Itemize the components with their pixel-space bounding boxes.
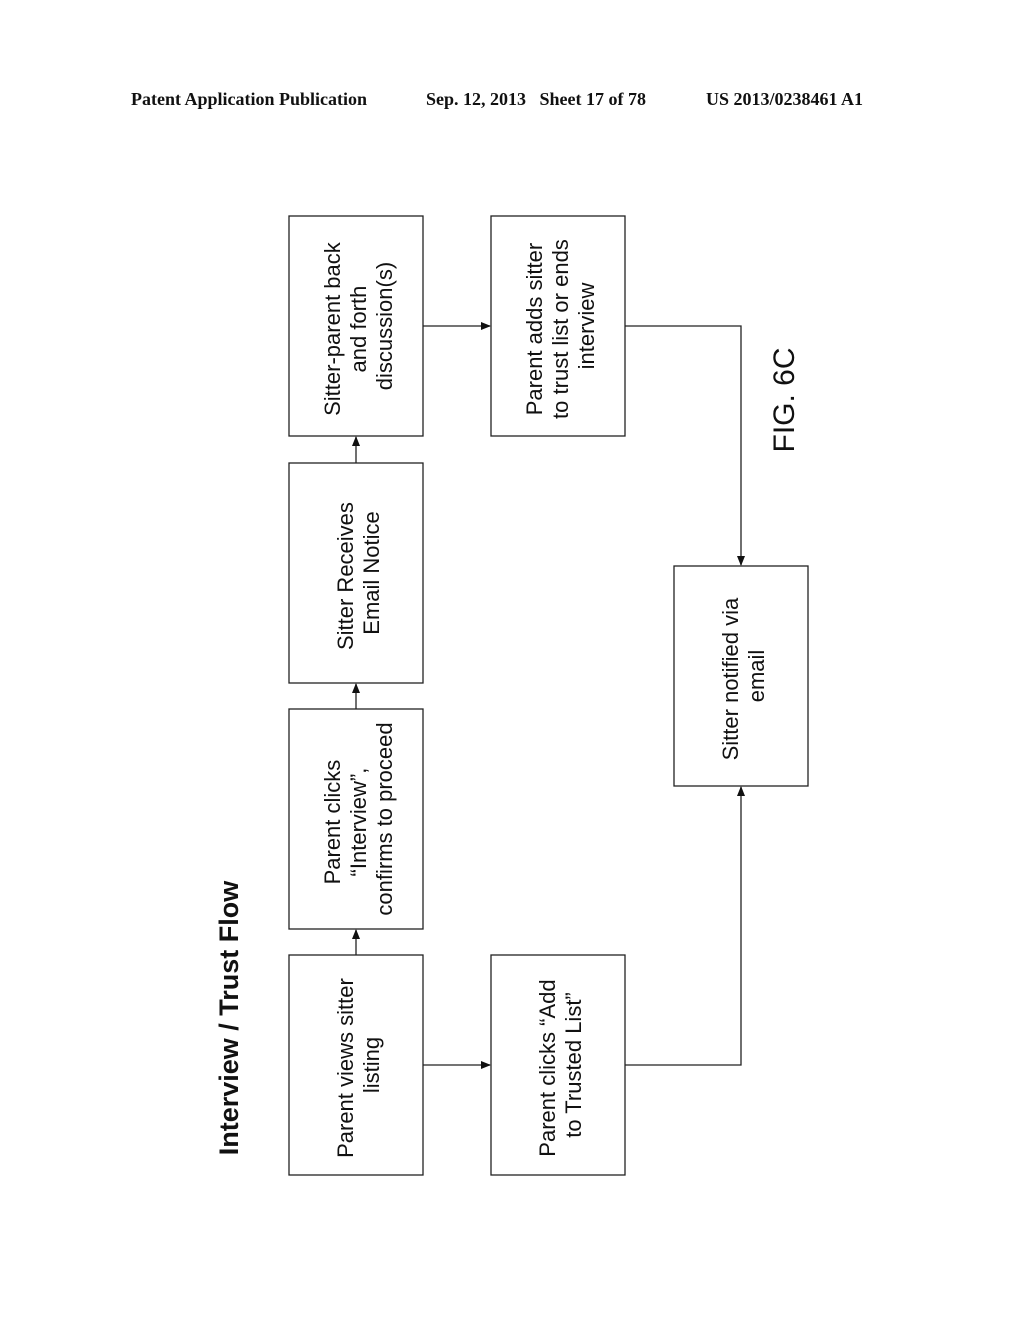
node-view-listing: Parent views sitter listing: [288, 954, 424, 1176]
node-line: Email Notice: [359, 511, 384, 634]
figure-label: FIG. 6C: [768, 347, 801, 452]
node-line: Parent views sitter: [333, 978, 358, 1158]
node-line: Parent clicks: [320, 760, 345, 885]
flow-diagram: Interview / Trust Flow FIG. 6C Parent vi…: [214, 215, 809, 1176]
diagram-title: Interview / Trust Flow: [214, 880, 244, 1156]
node-line: confirms to proceed: [372, 722, 397, 915]
node-line: Sitter notified via: [718, 597, 743, 760]
node-email-notice: Sitter Receives Email Notice: [288, 462, 424, 684]
node-notified-email: Sitter notified via email: [673, 565, 809, 787]
node-line: listing: [359, 1037, 384, 1093]
node-click-add-trusted: Parent clicks “Add to Trusted List”: [490, 954, 626, 1176]
node-line: and forth: [346, 286, 371, 373]
node-discussion: Sitter-parent back and forth discussion(…: [288, 215, 424, 437]
svg-text:Sitter Receives Email No: Sitter Receives Email Notice: [333, 496, 384, 650]
node-line: to Trusted List”: [561, 992, 586, 1138]
node-click-interview: Parent clicks “Interview”, confirms to p…: [288, 708, 424, 930]
edge-add-or-end-to-notified: [625, 325, 745, 566]
node-line: Sitter Receives: [333, 502, 358, 650]
node-line: interview: [574, 282, 599, 369]
node-line: email: [744, 650, 769, 703]
svg-text:Parent clicks “Add to Tr: Parent clicks “Add to Trusted List”: [535, 973, 586, 1156]
node-line: discussion(s): [372, 262, 397, 390]
edge-add-trusted-to-notified: [625, 786, 745, 1066]
node-line: to trust list or ends: [548, 239, 573, 419]
node-line: Sitter-parent back: [320, 241, 345, 416]
node-line: “Interview”,: [346, 768, 371, 877]
node-line: Parent adds sitter: [522, 243, 547, 415]
node-add-or-end: Parent adds sitter to trust list or ends…: [490, 215, 626, 437]
node-line: Parent clicks “Add: [535, 979, 560, 1156]
